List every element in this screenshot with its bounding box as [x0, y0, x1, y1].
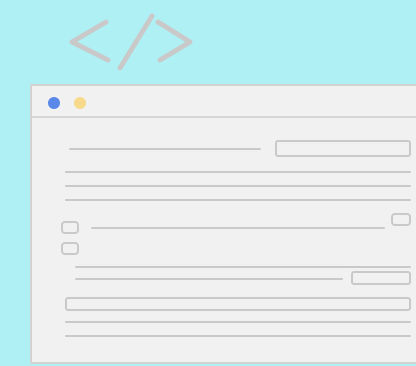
checkbox-placeholder: [61, 221, 79, 234]
checkbox-placeholder: [61, 242, 79, 255]
code-brackets-icon: [69, 13, 193, 71]
input-placeholder: [275, 140, 411, 157]
input-placeholder: [351, 271, 411, 285]
browser-window: [30, 84, 416, 364]
input-placeholder: [65, 297, 411, 311]
page-sketch: [61, 140, 411, 337]
checkbox-placeholder: [391, 213, 411, 226]
